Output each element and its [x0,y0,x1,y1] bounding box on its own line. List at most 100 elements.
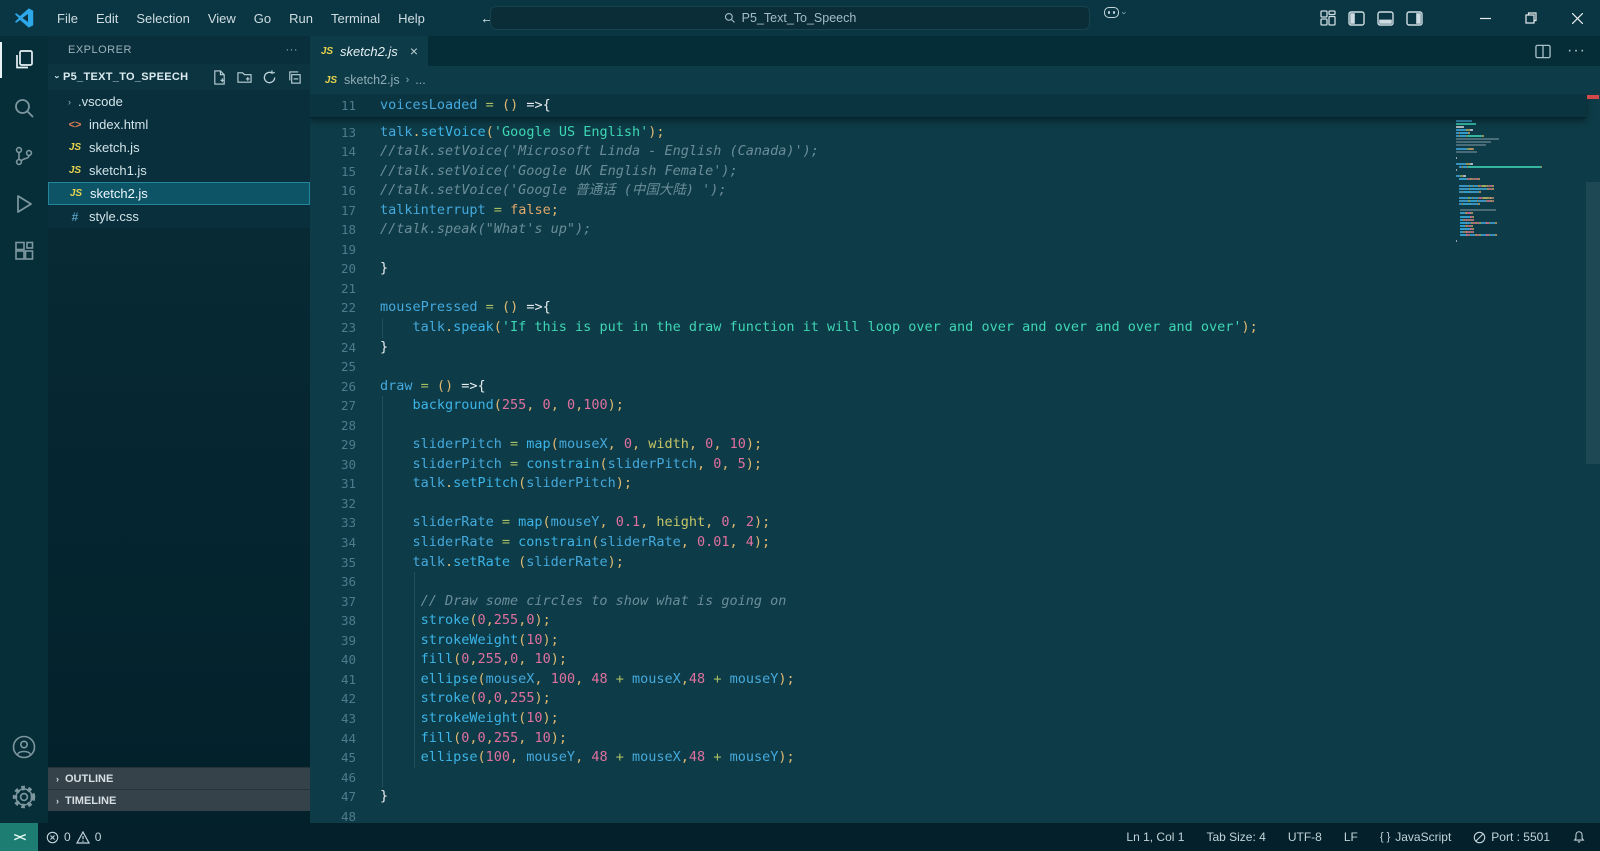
editor-scrollbar[interactable] [1586,94,1600,823]
line-number[interactable]: 26 [310,377,356,397]
code-line[interactable]: 26 draw = () =>{ [310,377,1600,397]
file-item-style-css[interactable]: # style.css [48,205,310,228]
customize-layout-icon[interactable] [1320,10,1336,26]
code-line[interactable]: 34 sliderRate = constrain(sliderRate, 0.0… [310,533,1600,553]
code-line[interactable]: 43 strokeWeight(10); [310,708,1600,729]
code-line[interactable]: 35 talk.setRate (sliderRate); [310,552,1600,573]
line-number[interactable]: 30 [310,455,356,475]
code-line[interactable]: 45 ellipse(100, mouseY, 48 + mouseX,48 + … [310,748,1600,768]
file-item-index-html[interactable]: <> index.html [48,113,310,136]
file-item-sketch-js[interactable]: JS sketch.js [48,136,310,159]
restore-button[interactable] [1508,0,1554,36]
cursor-position[interactable]: Ln 1, Col 1 [1126,830,1184,844]
line-number[interactable]: 39 [310,631,356,651]
line-number[interactable]: 48 [310,807,356,823]
line-number[interactable]: 16 [310,181,356,201]
line-number[interactable]: 31 [310,474,356,494]
code-line[interactable]: 25 [310,357,1600,377]
timeline-section-header[interactable]: › TIMELINE [48,789,310,811]
code-line[interactable]: 16//talk.setVoice('Google 普通话 (中国大陆) '); [310,181,1600,201]
extensions-icon[interactable] [0,228,48,276]
line-number[interactable]: 27 [310,396,356,416]
line-number[interactable]: 44 [310,729,356,749]
line-number[interactable]: 43 [310,709,356,729]
explorer-more-icon[interactable]: ··· [286,44,299,56]
menu-go[interactable]: Go [245,7,280,30]
line-number[interactable]: 15 [310,162,356,182]
code-line[interactable]: 39 strokeWeight(10); [310,630,1600,651]
line-number[interactable]: 46 [310,768,356,788]
minimap[interactable] [1456,98,1554,247]
eol-setting[interactable]: LF [1344,830,1358,844]
line-number[interactable]: 25 [310,357,356,377]
line-number[interactable]: 19 [310,240,356,260]
code-line[interactable]: 19 [310,240,1600,260]
code-line[interactable]: 47} [310,787,1600,807]
code-line[interactable]: 22 mousePressed = () =>{ [310,298,1600,318]
code-line[interactable]: 27 background(255, 0, 0,100); [310,396,1600,416]
code-line[interactable]: 31 talk.setPitch(sliderPitch); [310,474,1600,494]
code-line[interactable]: 20} [310,259,1600,279]
notifications-bell-icon[interactable] [1572,830,1586,844]
split-editor-icon[interactable] [1535,44,1551,59]
new-file-icon[interactable] [212,69,227,85]
breadcrumb-file[interactable]: sketch2.js [344,73,400,87]
code-line[interactable]: 23 talk.speak('If this is put in the draw… [310,318,1600,338]
code-line[interactable]: 13 talk.setVoice('Google US English'); [310,123,1600,143]
toggle-sidebar-icon[interactable] [1348,10,1365,26]
line-number[interactable]: 14 [310,142,356,162]
tab-close-icon[interactable]: × [410,43,418,59]
line-number[interactable]: 34 [310,533,356,553]
command-center-search[interactable]: P5_Text_To_Speech [490,6,1090,30]
code-line[interactable]: 40 fill(0,255,0, 10); [310,650,1600,670]
copilot-button[interactable]: › [1104,7,1130,18]
language-mode[interactable]: { } JavaScript [1380,830,1451,844]
line-number[interactable]: 11 [310,94,356,117]
code-line[interactable]: 36 [310,572,1600,592]
line-number[interactable]: 20 [310,259,356,279]
encoding-setting[interactable]: UTF-8 [1288,830,1322,844]
tab-sketch2-js[interactable]: JS sketch2.js × [310,36,428,66]
line-number[interactable]: 41 [310,670,356,690]
close-button[interactable] [1554,0,1600,36]
code-line[interactable]: 24} [310,338,1600,358]
menu-file[interactable]: File [48,7,87,30]
line-number[interactable]: 29 [310,435,356,455]
code-line[interactable]: 11 voicesLoaded = () =>{ [310,94,1586,117]
code-line[interactable]: 44 fill(0,0,255, 10); [310,728,1600,749]
menu-terminal[interactable]: Terminal [322,7,389,30]
code-line[interactable]: 29 sliderPitch = map(mouseX, 0, width, 0,… [310,435,1600,455]
code-editor[interactable]: 11voicesLoaded = () =>{ 12talk.listVoice… [310,94,1600,823]
sticky-scroll-line[interactable]: 11 voicesLoaded = () =>{ [310,94,1586,118]
line-number[interactable]: 37 [310,592,356,612]
outline-section-header[interactable]: › OUTLINE [48,767,310,789]
code-line[interactable]: 38 stroke(0,255,0); [310,611,1600,631]
line-number[interactable]: 35 [310,553,356,573]
code-line[interactable]: 41 ellipse(mouseX, 100, 48 + mouseX,48 + … [310,669,1600,690]
code-line[interactable]: 48 [310,807,1600,823]
settings-gear-icon[interactable] [0,771,48,823]
code-line[interactable]: 32 [310,493,1600,514]
line-number[interactable]: 21 [310,279,356,299]
code-line[interactable]: 17 talkinterrupt = false; [310,201,1600,221]
minimize-button[interactable] [1462,0,1508,36]
menu-selection[interactable]: Selection [127,7,198,30]
line-number[interactable]: 33 [310,513,356,533]
line-number[interactable]: 38 [310,611,356,631]
code-line[interactable]: 30 sliderPitch = constrain(sliderPitch, 0… [310,454,1600,475]
refresh-icon[interactable] [262,69,277,85]
source-control-icon[interactable] [0,132,48,180]
line-number[interactable]: 42 [310,689,356,709]
line-number[interactable]: 23 [310,318,356,338]
editor-more-icon[interactable]: ··· [1567,42,1586,60]
code-line[interactable]: 14//talk.setVoice('Microsoft Linda - Eng… [310,142,1600,162]
line-number[interactable]: 36 [310,572,356,592]
code-line[interactable]: 42 stroke(0,0,255); [310,689,1600,709]
breadcrumb[interactable]: JS sketch2.js › ... [310,66,1600,94]
line-number[interactable]: 32 [310,494,356,514]
code-line[interactable]: 18//talk.speak("What's up"); [310,220,1600,240]
live-server-port[interactable]: Port : 5501 [1473,830,1550,844]
menu-edit[interactable]: Edit [87,7,127,30]
problems-indicator[interactable]: 0 0 [38,830,109,844]
explorer-view-icon[interactable] [0,36,48,84]
